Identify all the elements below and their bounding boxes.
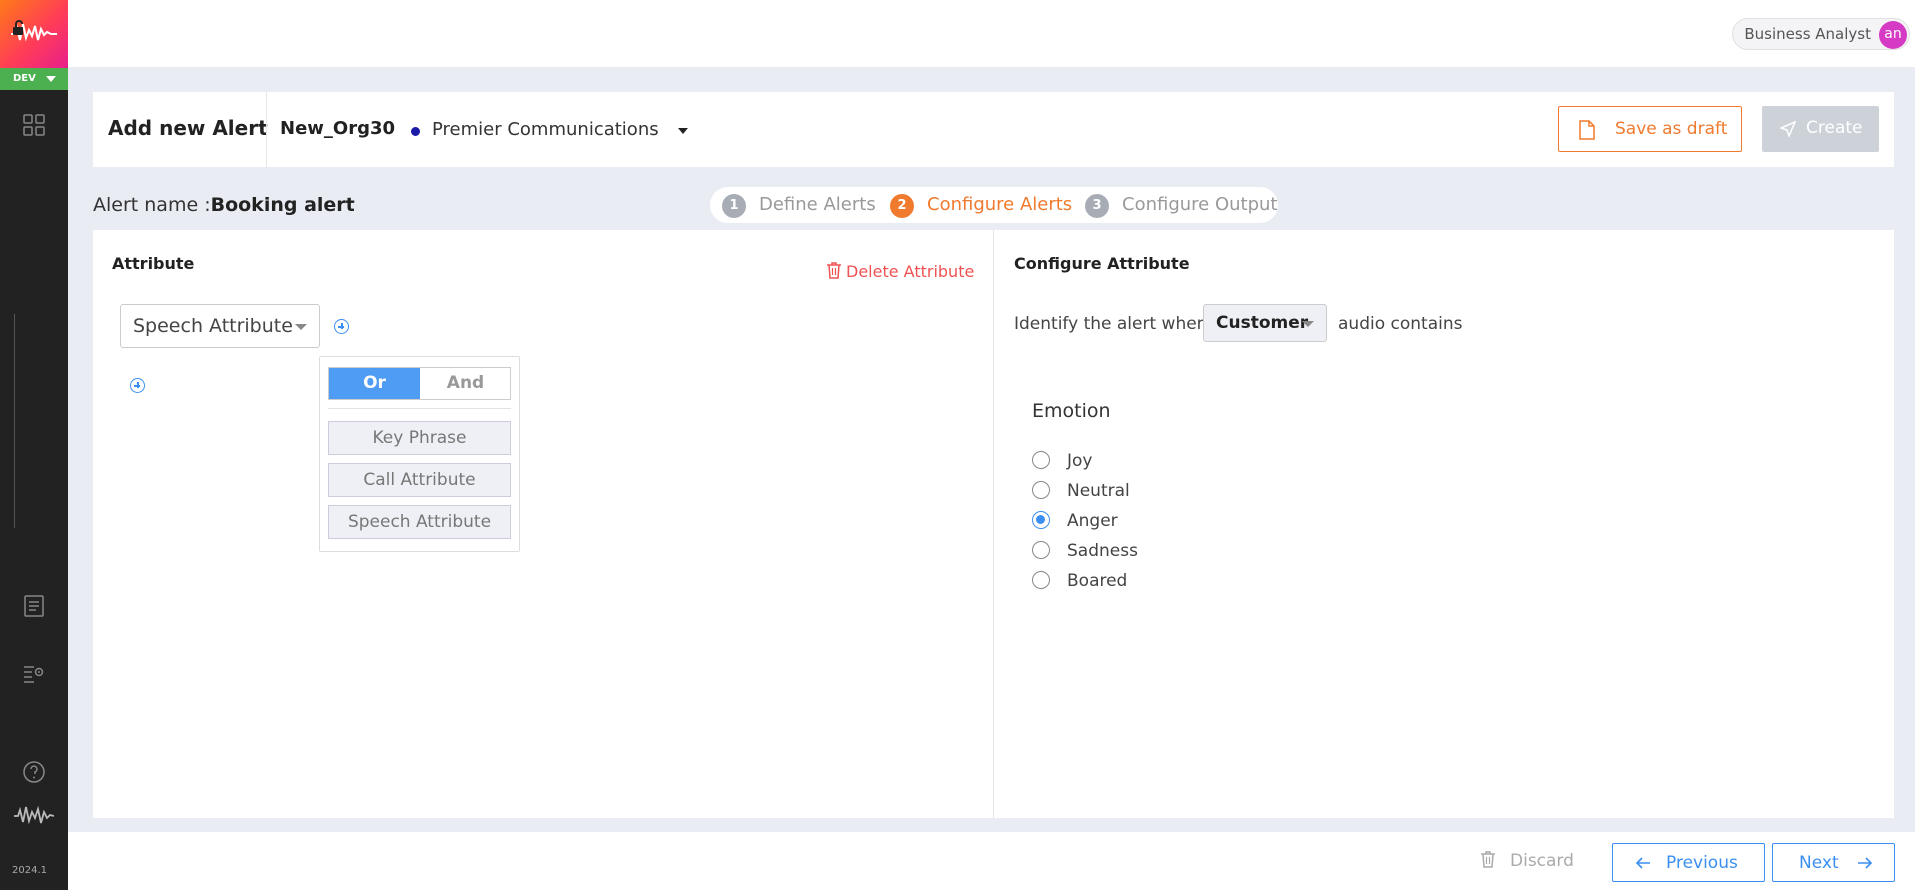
emotion-label: Joy xyxy=(1067,451,1093,471)
create-label: Create xyxy=(1806,118,1863,138)
arrow-left-icon xyxy=(1635,857,1650,869)
step-number: 3 xyxy=(1085,194,1109,218)
radio-button[interactable] xyxy=(1032,541,1050,559)
create-button[interactable]: Create xyxy=(1762,106,1879,152)
avatar: an xyxy=(1879,21,1907,49)
user-role-chip[interactable]: Business Analyst an xyxy=(1732,18,1910,50)
step-label: Configure Output xyxy=(1122,194,1278,215)
header-divider xyxy=(266,92,267,167)
attribute-title: Attribute xyxy=(112,254,195,273)
emotion-label: Anger xyxy=(1067,511,1118,531)
delete-attribute-label: Delete Attribute xyxy=(846,262,975,281)
and-option[interactable]: And xyxy=(420,368,511,399)
speaker-value: Customer xyxy=(1216,313,1309,333)
emotion-label: Sadness xyxy=(1067,541,1138,561)
next-label: Next xyxy=(1799,853,1839,873)
previous-label: Previous xyxy=(1666,853,1738,873)
wizard-stepper: 1 Define Alerts 2 Configure Alerts 3 Con… xyxy=(710,187,1278,223)
sidebar-divider xyxy=(14,314,15,528)
speaker-select[interactable]: Customer xyxy=(1203,304,1327,342)
chevron-down-icon xyxy=(1302,321,1314,327)
emotion-label: Neutral xyxy=(1067,481,1130,501)
menu-item-speech-attribute[interactable]: Speech Attribute xyxy=(328,505,511,539)
help-icon[interactable] xyxy=(22,760,46,784)
save-as-draft-button[interactable]: Save as draft xyxy=(1558,106,1742,152)
radio-button[interactable] xyxy=(1032,481,1050,499)
app-version: 2024.1 xyxy=(12,865,47,876)
footer-bar: Discard Previous Next xyxy=(68,832,1915,890)
company-status-dot xyxy=(411,127,420,136)
step-number: 2 xyxy=(890,194,914,218)
step-number: 1 xyxy=(722,194,746,218)
next-button[interactable]: Next xyxy=(1772,843,1895,882)
environment-label: DEV xyxy=(13,73,36,84)
identify-suffix: audio contains xyxy=(1338,314,1463,334)
page-title: Add new Alert xyxy=(108,116,268,140)
configure-attribute-panel: Configure Attribute Identify the alert w… xyxy=(994,230,1894,818)
unlock-icon xyxy=(13,20,23,35)
chevron-down-icon xyxy=(295,324,307,330)
save-as-draft-label: Save as draft xyxy=(1615,119,1728,139)
step-label: Define Alerts xyxy=(759,194,876,215)
add-condition-popup: Or And Key Phrase Call Attribute Speech … xyxy=(319,356,520,552)
menu-item-key-phrase[interactable]: Key Phrase xyxy=(328,421,511,455)
top-bar: Business Analyst an xyxy=(68,0,1915,67)
emotion-label: Boared xyxy=(1067,571,1128,591)
user-role-label: Business Analyst xyxy=(1744,25,1871,43)
org-name: New_Org30 xyxy=(280,118,396,139)
sidebar: DEV 2024.1 xyxy=(0,0,68,890)
alert-header: Add new Alert New_Org30 Premier Communic… xyxy=(93,92,1894,167)
trash-icon xyxy=(1481,851,1495,868)
settings-list-icon[interactable] xyxy=(22,661,46,685)
company-dropdown-caret-icon[interactable] xyxy=(678,128,688,134)
app-logo[interactable] xyxy=(0,0,68,68)
radio-button[interactable] xyxy=(1032,571,1050,589)
dashboard-grid-icon[interactable] xyxy=(22,113,46,137)
add-condition-icon[interactable] xyxy=(334,319,349,334)
environment-selector[interactable]: DEV xyxy=(0,68,68,90)
waveform-brand-icon xyxy=(14,805,54,825)
attribute-panel: Attribute Delete Attribute Speech Attrib… xyxy=(93,230,993,818)
document-list-icon[interactable] xyxy=(22,594,46,618)
identify-prefix: Identify the alert when xyxy=(1014,314,1208,334)
attribute-type-value: Speech Attribute xyxy=(133,315,293,337)
radio-button[interactable] xyxy=(1032,451,1050,469)
alert-name: Alert name :Booking alert xyxy=(93,194,355,216)
attribute-type-select[interactable]: Speech Attribute xyxy=(120,304,320,348)
send-icon xyxy=(1780,121,1796,137)
trash-icon xyxy=(827,262,841,279)
or-option[interactable]: Or xyxy=(329,368,420,399)
document-icon xyxy=(1579,120,1595,140)
radio-button-selected[interactable] xyxy=(1032,511,1050,529)
alert-name-label: Alert name : xyxy=(93,194,211,216)
alert-name-value: Booking alert xyxy=(210,194,355,216)
menu-item-call-attribute[interactable]: Call Attribute xyxy=(328,463,511,497)
step-label: Configure Alerts xyxy=(927,194,1073,215)
popup-divider xyxy=(328,408,511,409)
previous-button[interactable]: Previous xyxy=(1612,843,1765,882)
chevron-down-icon xyxy=(46,76,56,82)
company-name[interactable]: Premier Communications xyxy=(432,119,659,140)
configure-attribute-title: Configure Attribute xyxy=(1014,254,1190,273)
arrow-right-icon xyxy=(1858,857,1873,869)
add-attribute-icon[interactable] xyxy=(130,378,145,393)
emotion-title: Emotion xyxy=(1032,400,1111,422)
discard-label: Discard xyxy=(1510,851,1574,871)
logic-toggle: Or And xyxy=(328,367,511,400)
